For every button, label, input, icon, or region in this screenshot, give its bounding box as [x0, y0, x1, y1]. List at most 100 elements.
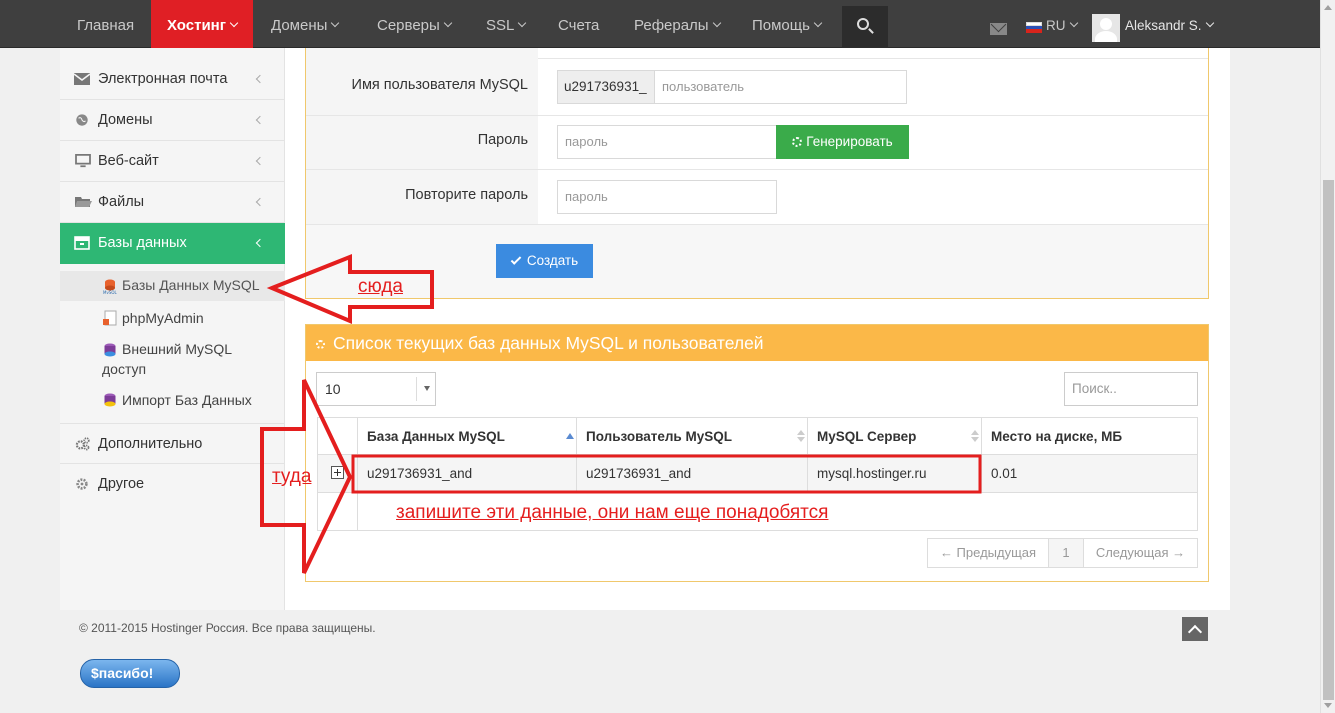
check-icon — [510, 254, 522, 265]
nav-referrals-label: Рефералы — [634, 17, 709, 34]
nav-hosting-label: Хостинг — [167, 17, 226, 34]
nav-servers-label: Серверы — [377, 17, 440, 34]
chevron-left-icon — [255, 238, 265, 248]
nav-search-button[interactable] — [842, 6, 888, 48]
pager-page-1[interactable]: 1 — [1048, 538, 1084, 568]
form-label-cell — [306, 48, 538, 59]
form-label-cell: Пароль — [306, 116, 538, 169]
gear-icon — [76, 478, 88, 490]
sidebar-item-email[interactable]: Электронная почта — [60, 59, 285, 100]
nav-referrals[interactable]: Рефералы — [634, 0, 721, 48]
col-header-database[interactable]: База Данных MySQL — [357, 417, 577, 455]
nav-servers[interactable]: Серверы — [377, 0, 453, 48]
sidebar-item-website[interactable]: Веб-сайт — [60, 141, 285, 182]
select-divider — [416, 377, 417, 401]
form-row-top — [306, 48, 1208, 59]
username-field[interactable]: пользователь — [654, 70, 907, 104]
scroll-down-arrow[interactable] — [1324, 703, 1332, 708]
search-icon — [857, 18, 869, 30]
database-icon — [74, 236, 90, 250]
remote-db-icon — [104, 343, 116, 357]
sidebar-subitem-mysql[interactable]: MySQL Базы Данных MySQL — [60, 271, 285, 301]
confirm-password-field[interactable]: пароль — [557, 180, 777, 214]
chevron-left-icon — [255, 74, 265, 84]
username-label: Имя пользователя MySQL — [351, 77, 528, 93]
nav-home[interactable]: Главная — [77, 0, 134, 48]
spasibo-badge[interactable]: $пасибо! — [80, 659, 180, 688]
chevron-down-icon — [518, 18, 527, 28]
sidebar-item-label: Веб-сайт — [98, 153, 159, 169]
page-size-select[interactable]: 10 — [316, 372, 436, 406]
scroll-to-top-button[interactable] — [1182, 617, 1208, 641]
nav-help[interactable]: Помощь — [752, 0, 823, 48]
expand-plus-icon[interactable] — [331, 465, 344, 479]
ru-flag-icon — [1026, 22, 1042, 33]
nav-hosting[interactable]: Хостинг — [151, 0, 253, 48]
create-button-label: Создать — [526, 253, 579, 268]
annotation-here: сюда — [358, 276, 403, 297]
user-name: Aleksandr S. — [1125, 18, 1202, 33]
sidebar-item-domains[interactable]: Домены — [60, 100, 285, 141]
col-header-label: База Данных MySQL — [367, 428, 505, 444]
sidebar-item-other[interactable]: Другое — [60, 464, 285, 505]
col-header-disk[interactable]: Место на диске, МБ — [981, 417, 1198, 455]
col-header-server[interactable]: MySQL Сервер — [807, 417, 982, 455]
annotation-note: запишите эти данные, они нам еще понадоб… — [396, 502, 829, 523]
sidebar-subitem-remote-mysql[interactable]: Внешний MySQL доступ — [60, 338, 285, 380]
cell-user: u291736931_and — [576, 454, 808, 493]
expand-col-header — [317, 417, 358, 455]
create-button[interactable]: Создать — [496, 244, 593, 278]
page-size-value: 10 — [325, 381, 341, 397]
nav-invoices[interactable]: Счета — [558, 0, 599, 48]
col-header-user[interactable]: Пользователь MySQL — [576, 417, 808, 455]
phpmyadmin-icon — [103, 310, 117, 326]
nav-domains[interactable]: Домены — [271, 0, 340, 48]
pager-prev-button[interactable]: ← Предыдущая — [927, 538, 1049, 568]
sidebar-item-advanced[interactable]: Дополнительно — [60, 423, 285, 464]
password-label: Пароль — [477, 132, 528, 148]
avatar-icon[interactable] — [1092, 14, 1120, 42]
top-navbar: Главная Хостинг Домены Серверы SSL Счета… — [0, 0, 1330, 48]
chevron-down-icon — [1069, 18, 1078, 28]
user-menu[interactable]: Aleksandr S. — [1125, 0, 1214, 48]
table-header-row: База Данных MySQL Пользователь MySQL MyS… — [317, 417, 1198, 455]
sidebar-subitem-label-cont: доступ — [102, 361, 147, 377]
db-list-header: Список текущих баз данных MySQL и пользо… — [306, 325, 1208, 361]
sidebar-item-label: Домены — [98, 112, 153, 128]
cell-disk: 0.01 — [981, 454, 1198, 493]
sidebar-item-label: Другое — [98, 476, 145, 492]
password-field[interactable]: пароль — [557, 125, 777, 159]
db-list-title: Список текущих баз данных MySQL и пользо… — [333, 333, 764, 353]
sidebar-subitem-import[interactable]: Импорт Баз Данных — [60, 389, 285, 417]
svg-text:MySQL: MySQL — [103, 290, 118, 294]
nav-help-label: Помощь — [752, 17, 810, 34]
chevron-left-icon — [255, 197, 265, 207]
sidebar-item-label: Файлы — [98, 194, 145, 210]
col-header-label: Место на диске, МБ — [991, 428, 1123, 444]
language-selector[interactable]: RU — [1046, 0, 1078, 48]
chevron-down-icon — [712, 18, 721, 28]
chevron-left-icon — [255, 156, 265, 166]
chevron-down-icon — [331, 18, 340, 28]
page-scrollbar[interactable] — [1320, 0, 1335, 713]
nav-ssl[interactable]: SSL — [486, 0, 527, 48]
sidebar-item-databases[interactable]: Базы данных — [60, 223, 285, 264]
nav-domains-label: Домены — [271, 17, 328, 34]
cogs-icon — [316, 340, 325, 349]
pager-next-button[interactable]: Следующая → — [1083, 538, 1198, 568]
chevron-down-icon — [443, 18, 453, 28]
sidebar-subitem-phpmyadmin[interactable]: phpMyAdmin — [60, 304, 285, 332]
cell-database: u291736931_and — [357, 454, 577, 493]
mail-icon[interactable] — [990, 23, 1007, 35]
scroll-up-arrow[interactable] — [1324, 5, 1332, 10]
nav-ssl-label: SSL — [486, 17, 515, 34]
folder-icon — [75, 197, 92, 207]
generate-password-button[interactable]: Генерировать — [776, 125, 909, 159]
sidebar-item-files[interactable]: Файлы — [60, 182, 285, 223]
scrollbar-thumb[interactable] — [1323, 180, 1334, 700]
nav-invoices-label: Счета — [558, 17, 600, 34]
envelope-icon — [74, 73, 90, 85]
table-search-input[interactable]: Поиск.. — [1064, 372, 1198, 406]
expand-cell[interactable] — [317, 454, 358, 493]
language-label: RU — [1046, 18, 1066, 33]
